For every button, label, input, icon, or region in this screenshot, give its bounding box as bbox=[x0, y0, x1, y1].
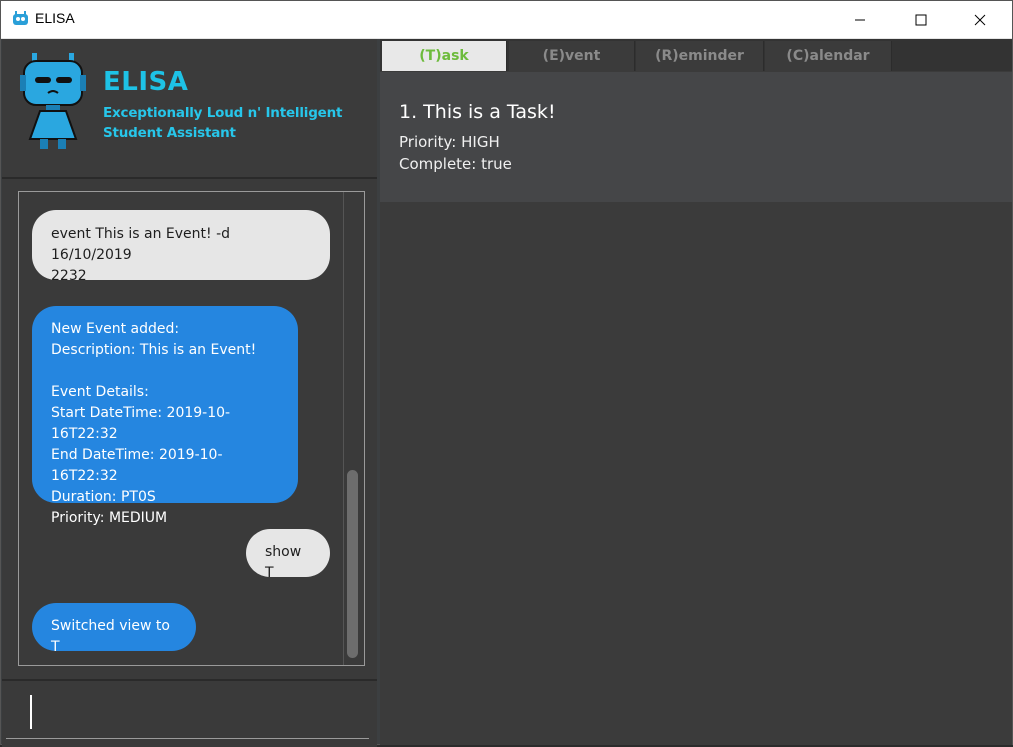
close-icon bbox=[974, 14, 986, 25]
task-priority: Priority: HIGH bbox=[399, 133, 500, 151]
title-bar: ELISA bbox=[1, 1, 1012, 39]
minimize-icon bbox=[855, 19, 865, 20]
brand-subtitle-line2: Student Assistant bbox=[103, 125, 236, 141]
user-message: show T bbox=[246, 529, 330, 581]
bot-message: New Event added: Description: This is an… bbox=[32, 306, 298, 526]
task-list-item[interactable]: 1. This is a Task! Priority: HIGH Comple… bbox=[380, 72, 1012, 202]
task-title: 1. This is a Task! bbox=[399, 101, 556, 123]
command-input-area bbox=[2, 679, 377, 747]
task-complete-status: Complete: true bbox=[399, 155, 512, 173]
view-tabs: (T)ask (E)vent (R)eminder (C)alendar bbox=[380, 39, 1012, 71]
text-caret bbox=[30, 695, 32, 729]
close-button[interactable] bbox=[957, 1, 1003, 38]
maximize-button[interactable] bbox=[898, 1, 944, 38]
chat-scrollbar-thumb[interactable] bbox=[347, 470, 358, 658]
minimize-button[interactable] bbox=[837, 1, 883, 38]
tab-task[interactable]: (T)ask bbox=[382, 41, 507, 71]
chat-scroll-area[interactable]: event This is an Event! -d 16/10/2019 22… bbox=[18, 191, 365, 666]
tab-reminder[interactable]: (R)eminder bbox=[636, 41, 764, 71]
brand-title: ELISA bbox=[103, 67, 189, 97]
maximize-icon bbox=[915, 14, 927, 25]
robot-mascot-icon bbox=[20, 53, 86, 149]
chat-panel: ELISA Exceptionally Loud n' Intelligent … bbox=[2, 39, 377, 747]
tab-calendar[interactable]: (C)alendar bbox=[765, 41, 892, 71]
app-header: ELISA Exceptionally Loud n' Intelligent … bbox=[2, 39, 377, 179]
user-message: event This is an Event! -d 16/10/2019 22… bbox=[32, 210, 330, 284]
app-window: ELISA ELISA Exceptionally Loud n' Intell… bbox=[0, 0, 1013, 747]
brand-subtitle-line1: Exceptionally Loud n' Intelligent bbox=[103, 105, 343, 121]
view-panel: (T)ask (E)vent (R)eminder (C)alendar 1. … bbox=[380, 39, 1012, 745]
window-title: ELISA bbox=[35, 10, 75, 26]
tab-event[interactable]: (E)vent bbox=[509, 41, 635, 71]
bot-message: Switched view to T bbox=[32, 603, 196, 655]
robot-app-icon bbox=[13, 11, 28, 25]
command-input[interactable] bbox=[6, 689, 369, 739]
